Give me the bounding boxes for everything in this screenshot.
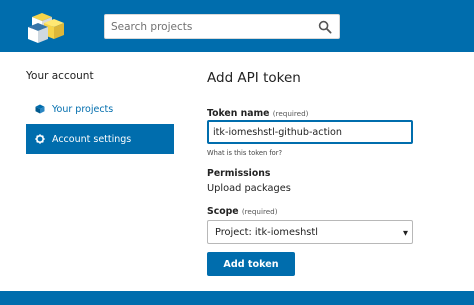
scope-selected-value: Project: itk-iomeshstl — [215, 226, 318, 238]
scope-label-text: Scope — [207, 206, 239, 217]
search-icon[interactable] — [318, 20, 332, 34]
permissions-value: Upload packages — [207, 183, 291, 194]
page-title: Add API token — [207, 70, 301, 86]
scope-select[interactable]: Project: itk-iomeshstl ▼ — [207, 220, 413, 244]
sidebar-item-your-projects[interactable]: Your projects — [26, 94, 174, 124]
search-input[interactable] — [105, 15, 305, 39]
scope-label: Scope (required) — [207, 206, 278, 217]
cube-icon — [35, 104, 45, 114]
caret-down-icon: ▼ — [403, 229, 408, 237]
token-name-field[interactable] — [207, 120, 413, 144]
footer-bar — [0, 291, 474, 305]
token-name-label-text: Token name — [207, 108, 270, 119]
token-name-label: Token name (required) — [207, 108, 308, 119]
required-note: (required) — [241, 207, 278, 216]
required-note: (required) — [272, 109, 309, 118]
sidebar-item-account-settings[interactable]: Account settings — [26, 124, 174, 154]
sidebar-item-label: Your projects — [52, 103, 114, 115]
pypi-logo-icon[interactable] — [26, 7, 66, 45]
gear-icon — [35, 134, 45, 144]
token-name-help: What is this token for? — [207, 149, 283, 157]
sidebar-item-label: Account settings — [52, 133, 132, 145]
top-header — [0, 0, 474, 52]
sidebar-title: Your account — [26, 70, 94, 82]
search-box — [104, 14, 340, 39]
add-token-button[interactable]: Add token — [207, 252, 295, 276]
permissions-label: Permissions — [207, 168, 271, 179]
